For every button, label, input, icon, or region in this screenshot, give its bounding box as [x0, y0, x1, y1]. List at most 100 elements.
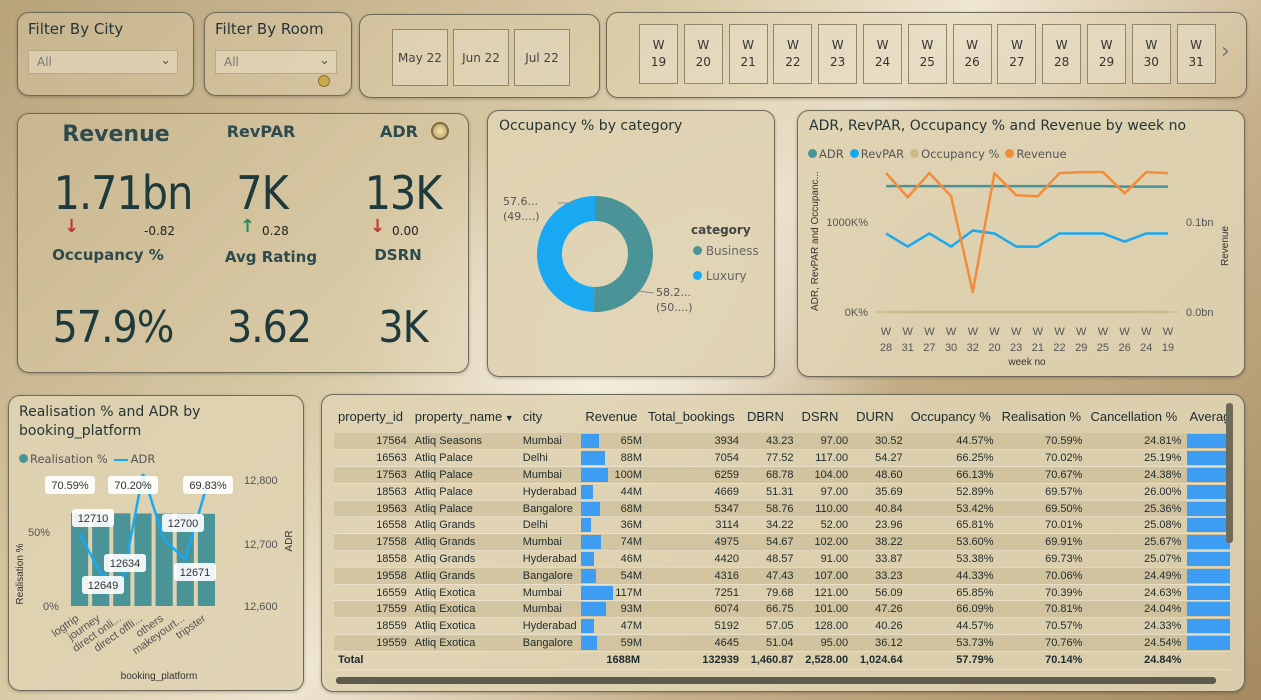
week-button[interactable]: W 31: [1176, 24, 1216, 84]
week-number: 23: [830, 55, 846, 69]
week-button[interactable]: W 30: [1131, 24, 1171, 84]
databar-value: 59M: [620, 636, 642, 649]
y-right-axis-label: ADR: [284, 530, 295, 551]
table-row[interactable]: 19563 Atliq Palace Bangalore 68M 5347 58.76 11…: [334, 500, 1230, 518]
column-header[interactable]: DURN: [852, 399, 907, 433]
data-label-text: 12671: [180, 567, 211, 579]
revpar-value: 7K: [236, 166, 288, 220]
week-button[interactable]: W 20: [683, 24, 723, 84]
table-cell: 3934: [644, 433, 743, 451]
table-cell: 51.31: [743, 483, 798, 501]
month-button[interactable]: May 22: [392, 29, 448, 86]
table-cell: 19558: [334, 567, 411, 585]
week-button[interactable]: W 25: [907, 24, 947, 84]
table-row[interactable]: 16563 Atliq Palace Delhi 88M 7054 77.52 117.00…: [334, 449, 1230, 468]
week-button[interactable]: W 29: [1087, 24, 1126, 84]
data-label-text: 12710: [78, 513, 109, 525]
week-prefix: W: [831, 38, 844, 52]
table-row[interactable]: 17563 Atliq Palace Mumbai 100M 6259 68.78 104.…: [334, 466, 1230, 484]
legend-item-business[interactable]: Business: [693, 244, 759, 258]
column-header[interactable]: Realisation %: [998, 399, 1087, 433]
total-cell: Total: [334, 650, 411, 670]
table-cell: 54.67: [743, 533, 798, 552]
column-header[interactable]: Total_bookings: [644, 399, 743, 433]
table-cell: Atliq Exotica: [410, 634, 519, 652]
horizontal-scrollbar[interactable]: [336, 677, 1216, 684]
vertical-scrollbar[interactable]: [1226, 403, 1233, 543]
column-header[interactable]: Revenue: [581, 399, 644, 433]
week-button[interactable]: W 28: [1042, 24, 1082, 84]
table-cell: 66.75: [743, 600, 798, 619]
column-header[interactable]: Average F: [1185, 399, 1230, 433]
info-icon[interactable]: [431, 122, 449, 140]
table-row[interactable]: 19558 Atliq Grands Bangalore 54M 4316 47.43 10…: [334, 567, 1230, 585]
avg-rating-label: Avg Rating: [224, 248, 318, 266]
table-header-row: property_id property_name ▼ city Revenue Tot…: [334, 399, 1230, 433]
databar-value: 117M: [615, 586, 642, 599]
week-button[interactable]: W 26: [952, 24, 992, 84]
table-row[interactable]: 18558 Atliq Grands Hyderabad 46M 4420 48.57 91…: [334, 550, 1230, 568]
table-cell: Mumbai: [518, 466, 582, 484]
databar-value: 36M: [620, 519, 642, 532]
table-row[interactable]: 18559 Atliq Exotica Hyderabad 47M 5192 57.05 1…: [334, 617, 1230, 636]
column-header[interactable]: DSRN: [798, 399, 853, 433]
week-button[interactable]: W 27: [997, 24, 1037, 84]
table-row[interactable]: 19559 Atliq Exotica Bangalore 59M 4645 51.04 9…: [334, 634, 1230, 652]
x-tick-prefix: W: [924, 326, 935, 338]
week-prefix: W: [1010, 38, 1023, 52]
table-cell: 69.57%: [997, 483, 1087, 501]
table-row[interactable]: 17559 Atliq Exotica Mumbai 93M 6074 66.75 101.…: [334, 600, 1230, 619]
next-arrow-icon[interactable]: ›: [1221, 39, 1230, 64]
scroll-handle-icon[interactable]: [318, 75, 330, 87]
legend-item-luxury[interactable]: Luxury: [693, 269, 747, 283]
week-number: 29: [1098, 55, 1115, 69]
week-button[interactable]: W 19: [639, 24, 678, 84]
avg-rating-value: 3.62: [226, 302, 312, 353]
table-row[interactable]: 17558 Atliq Grands Mumbai 74M 4975 54.67 102.0…: [334, 533, 1230, 552]
room-filter-dropdown[interactable]: All ⌄: [215, 50, 337, 74]
table-cell: 70.57%: [997, 617, 1087, 636]
table-cell: 18558: [334, 550, 411, 568]
chevron-down-icon: ⌄: [160, 53, 171, 68]
data-label-realisation: 70.20%: [108, 476, 158, 494]
week-prefix: W: [1100, 38, 1113, 52]
table-cell: 44.57%: [906, 617, 998, 636]
column-header[interactable]: Occupancy %: [907, 399, 998, 433]
column-header[interactable]: city: [519, 399, 582, 433]
week-button[interactable]: W 21: [728, 24, 768, 84]
week-button[interactable]: W 22: [773, 24, 813, 84]
table-row[interactable]: 16559 Atliq Exotica Mumbai 117M 7251 79.68 121…: [334, 584, 1230, 602]
month-button[interactable]: Jul 22: [514, 29, 570, 86]
table-cell: 66.13%: [906, 466, 998, 484]
column-header[interactable]: DBRN: [743, 399, 798, 433]
column-header[interactable]: Cancellation %: [1086, 399, 1185, 433]
revenue-databar: 59M: [581, 635, 644, 650]
sort-down-icon[interactable]: ▼: [502, 413, 514, 423]
table-cell: 54.27: [852, 449, 907, 468]
weekly-metrics-chart: ADR, RevPAR, Occupancy % and Revenue by …: [797, 110, 1245, 377]
table-row[interactable]: 18563 Atliq Palace Hyderabad 44M 4669 51.31 97…: [334, 483, 1230, 501]
total-cell: 24.84%: [1086, 650, 1186, 670]
city-filter-dropdown[interactable]: All ⌄: [28, 50, 178, 74]
table-cell: [1185, 584, 1230, 602]
week-number: 24: [874, 55, 891, 69]
chevron-down-icon: ⌄: [319, 53, 330, 68]
month-button[interactable]: Jun 22: [453, 29, 509, 86]
table-row[interactable]: 16558 Atliq Grands Delhi 36M 3114 34.22 52.00 2…: [334, 516, 1230, 535]
week-button[interactable]: W 23: [818, 24, 858, 84]
table-cell: 40.26: [852, 617, 907, 636]
table-cell: 17564: [334, 433, 411, 451]
revenue-delta: -0.82: [144, 224, 176, 238]
week-button[interactable]: W 24: [863, 24, 902, 84]
revenue-databar: 117M: [581, 585, 644, 600]
total-cell: 132939: [644, 650, 743, 670]
table-cell: 53.42%: [906, 500, 998, 518]
table-cell: Hyderabad: [518, 550, 582, 568]
table-cell: 69.91%: [997, 533, 1087, 552]
databar-value: 74M: [620, 536, 642, 549]
table-row[interactable]: 17564 Atliq Seasons Mumbai 65M 3934 43.23 97.0…: [334, 433, 1230, 451]
table-cell: Atliq Seasons: [410, 433, 519, 451]
table-cell: 24.38%: [1086, 466, 1186, 484]
column-header[interactable]: property_name ▼: [411, 399, 519, 433]
column-header[interactable]: property_id: [334, 399, 411, 433]
